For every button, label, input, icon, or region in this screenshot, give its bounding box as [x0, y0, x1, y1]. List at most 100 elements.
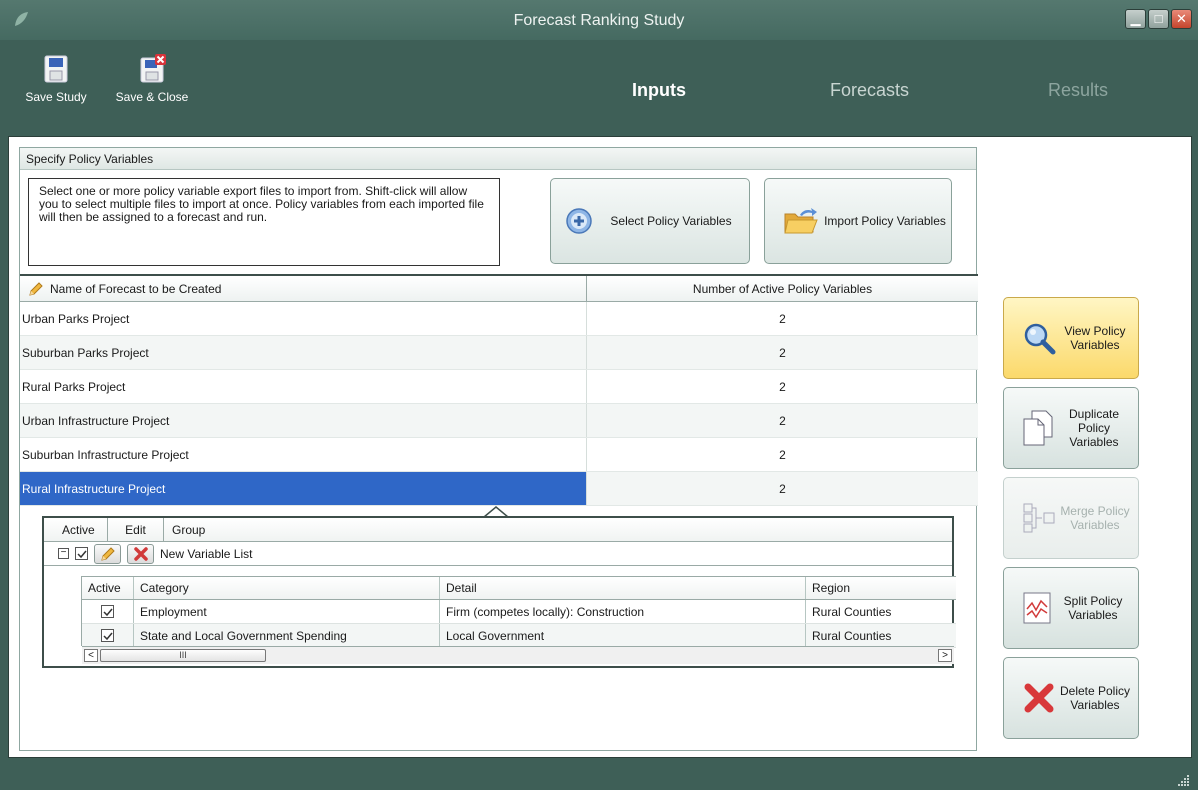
save-study-label: Save Study — [25, 90, 87, 104]
panel-title: Specify Policy Variables — [20, 148, 976, 170]
duplicate-policy-variables-button[interactable]: Duplicate Policy Variables — [1003, 387, 1139, 469]
checkmark-icon — [77, 550, 87, 559]
grid-header: Name of Forecast to be Created Number of… — [20, 276, 978, 302]
save-study-button[interactable]: Save Study — [16, 54, 96, 104]
pencil-icon — [100, 546, 115, 561]
column-header-active[interactable]: Active — [82, 577, 134, 599]
floppy-disk-icon — [44, 55, 68, 83]
active-count-cell: 2 — [779, 481, 786, 496]
import-policy-variables-button[interactable]: Import Policy Variables — [764, 178, 952, 264]
floppy-disk-close-icon — [140, 54, 166, 83]
merge-icon — [1023, 503, 1055, 533]
table-row[interactable]: Urban Parks Project 2 — [20, 302, 978, 336]
detail-cell: Local Government — [440, 624, 806, 647]
detail-header: Active Edit Group — [44, 518, 952, 542]
checkmark-icon — [103, 632, 113, 641]
scroll-right-button[interactable]: > — [938, 649, 952, 662]
table-row[interactable]: Suburban Parks Project 2 — [20, 336, 978, 370]
group-name: New Variable List — [160, 546, 253, 561]
select-policy-variables-label: Select Policy Variables — [610, 214, 732, 228]
merge-policy-variables-button: Merge Policy Variables — [1003, 477, 1139, 559]
detail-column-active[interactable]: Active — [54, 518, 108, 541]
table-row[interactable]: Suburban Infrastructure Project 2 — [20, 438, 978, 472]
delete-x-icon — [1024, 683, 1054, 713]
minimize-button[interactable]: ▁ — [1125, 9, 1146, 29]
collapse-toggle[interactable]: − — [58, 548, 69, 559]
duplicate-documents-icon — [1023, 410, 1053, 446]
view-policy-variables-label: View Policy Variables — [1064, 324, 1126, 352]
view-policy-variables-button[interactable]: View Policy Variables — [1003, 297, 1139, 379]
column-header-category[interactable]: Category — [134, 577, 440, 599]
content-area: Specify Policy Variables Select one or m… — [8, 136, 1192, 758]
forecast-name-cell[interactable]: Urban Parks Project — [20, 302, 587, 335]
table-row[interactable]: State and Local Government Spending Loca… — [82, 624, 956, 648]
tab-inputs[interactable]: Inputs — [632, 80, 686, 101]
duplicate-policy-variables-label: Duplicate Policy Variables — [1068, 407, 1120, 449]
status-bar — [0, 762, 1198, 790]
forecast-name-cell[interactable]: Suburban Parks Project — [20, 336, 587, 369]
active-count-cell: 2 — [779, 311, 786, 326]
row-gutter — [44, 576, 82, 646]
row-active-checkbox[interactable] — [101, 629, 114, 642]
forecast-name-cell[interactable]: Suburban Infrastructure Project — [20, 438, 587, 471]
save-close-button[interactable]: Save & Close — [110, 54, 194, 104]
horizontal-scrollbar[interactable]: < III > — [82, 646, 954, 664]
row-active-checkbox[interactable] — [101, 605, 114, 618]
delete-policy-variables-label: Delete Policy Variables — [1059, 684, 1131, 712]
table-row[interactable]: Urban Infrastructure Project 2 — [20, 404, 978, 438]
active-count-cell: 2 — [779, 413, 786, 428]
close-button[interactable]: ✕ — [1171, 9, 1192, 29]
save-close-label: Save & Close — [115, 90, 189, 104]
pencil-icon — [29, 281, 43, 296]
open-folder-icon — [784, 208, 818, 234]
delete-x-icon — [133, 546, 148, 561]
table-row-selected[interactable]: Rural Infrastructure Project 2 — [20, 472, 978, 506]
select-policy-variables-button[interactable]: Select Policy Variables — [550, 178, 750, 264]
forecast-name-cell[interactable]: Urban Infrastructure Project — [20, 404, 587, 437]
column-header-count[interactable]: Number of Active Policy Variables — [587, 276, 978, 301]
edit-group-button[interactable] — [94, 543, 121, 564]
region-cell: Rural Counties — [812, 628, 892, 643]
minimize-icon: ▁ — [1130, 11, 1141, 26]
split-policy-variables-button[interactable]: Split Policy Variables — [1003, 567, 1139, 649]
scroll-thumb[interactable]: III — [100, 649, 266, 662]
variable-list-detail: Active Edit Group − New Variable List Ac… — [42, 516, 956, 668]
magnifier-icon — [1024, 323, 1056, 355]
forecast-name-cell[interactable]: Rural Parks Project — [20, 370, 587, 403]
split-chart-icon — [1023, 592, 1051, 624]
maximize-icon: □ — [1154, 11, 1163, 26]
window-title: Forecast Ranking Study — [513, 12, 685, 29]
toolbar: Save Study Save & Close Inputs Forecasts… — [0, 40, 1198, 138]
tab-results: Results — [1048, 80, 1109, 100]
detail-cell: Firm (competes locally): Construction — [440, 600, 806, 623]
merge-policy-variables-label: Merge Policy Variables — [1060, 504, 1130, 532]
group-active-checkbox[interactable] — [75, 547, 88, 560]
instructions-text: Select one or more policy variable expor… — [28, 178, 500, 266]
title-bar: Forecast Ranking Study ▁ □ ✕ — [0, 0, 1198, 40]
column-name-label: Name of Forecast to be Created — [50, 281, 222, 296]
maximize-button[interactable]: □ — [1148, 9, 1169, 29]
detail-column-group[interactable]: Group — [164, 518, 952, 541]
delete-policy-variables-button[interactable]: Delete Policy Variables — [1003, 657, 1139, 739]
checkmark-icon — [103, 608, 113, 617]
forecast-name-cell[interactable]: Rural Infrastructure Project — [20, 472, 587, 505]
import-policy-variables-label: Import Policy Variables — [824, 214, 946, 228]
delete-group-button[interactable] — [127, 543, 154, 564]
column-header-region[interactable]: Region — [806, 577, 956, 599]
active-count-cell: 2 — [779, 379, 786, 394]
column-header-detail[interactable]: Detail — [440, 577, 806, 599]
detail-column-edit[interactable]: Edit — [108, 518, 164, 541]
active-count-cell: 2 — [779, 447, 786, 462]
tab-forecasts[interactable]: Forecasts — [830, 80, 909, 101]
category-cell: State and Local Government Spending — [134, 624, 440, 647]
table-row[interactable]: Employment Firm (competes locally): Cons… — [82, 600, 956, 624]
category-cell: Employment — [134, 600, 440, 623]
resize-grip-icon[interactable] — [1178, 774, 1190, 786]
column-header-name[interactable]: Name of Forecast to be Created — [20, 276, 587, 301]
region-cell: Rural Counties — [812, 604, 892, 619]
split-policy-variables-label: Split Policy Variables — [1063, 594, 1123, 622]
table-row[interactable]: Rural Parks Project 2 — [20, 370, 978, 404]
scroll-left-button[interactable]: < — [84, 649, 98, 662]
forecast-grid: Name of Forecast to be Created Number of… — [20, 274, 978, 506]
policy-variables-panel: Specify Policy Variables Select one or m… — [19, 147, 978, 751]
